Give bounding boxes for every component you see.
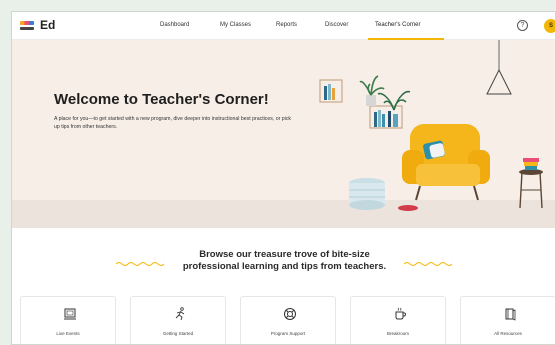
- monitor-icon: [64, 308, 76, 320]
- armchair-icon: [402, 124, 490, 201]
- book-icon: [505, 308, 516, 321]
- top-navigation: Ed Dashboard My Classes Reports Discover…: [12, 12, 555, 40]
- palm-plant-icon: [377, 90, 411, 111]
- resource-label: Program Support: [270, 331, 306, 336]
- nav-teachers-corner[interactable]: Teacher's Corner: [375, 22, 421, 28]
- side-table-icon: [519, 158, 543, 209]
- bookshelf-icon: [369, 105, 403, 129]
- nav-discover[interactable]: Discover: [325, 22, 348, 28]
- pendant-lamp-icon: [486, 40, 512, 95]
- running-person-icon: [175, 307, 185, 321]
- resource-card-live-events[interactable]: Live Events: [20, 296, 116, 344]
- resource-label: Getting Started: [162, 331, 194, 336]
- app-window: Ed Dashboard My Classes Reports Discover…: [11, 11, 556, 345]
- nav-reports[interactable]: Reports: [276, 22, 297, 28]
- hero-subtitle: A place for you—to get started with a ne…: [54, 116, 292, 130]
- resource-label: Breakroom: [386, 331, 409, 336]
- plant-icon: [359, 75, 385, 106]
- resource-label: Live Events: [56, 331, 80, 336]
- resource-card-program-support[interactable]: Program Support: [240, 296, 336, 344]
- page-title: Welcome to Teacher's Corner!: [54, 91, 269, 108]
- avatar[interactable]: S: [544, 19, 555, 33]
- main-nav: Dashboard My Classes Reports Discover Te…: [12, 12, 555, 40]
- browse-heading: Browse our treasure trove of bite-size p…: [12, 249, 555, 273]
- resource-card-all-resources[interactable]: All Resources: [460, 296, 555, 344]
- nav-my-classes[interactable]: My Classes: [220, 22, 251, 28]
- browse-heading-line-2: professional learning and tips from teac…: [182, 261, 387, 272]
- nav-dashboard[interactable]: Dashboard: [160, 22, 189, 28]
- hero-banner: Welcome to Teacher's Corner! A place for…: [12, 40, 555, 228]
- resource-label: All Resources: [494, 331, 522, 336]
- browse-heading-line-1: Browse our treasure trove of bite-size: [199, 249, 370, 260]
- shelf-icon: [319, 79, 343, 103]
- lifebuoy-icon: [284, 308, 296, 320]
- basket-icon: [349, 178, 385, 210]
- hero-illustration: [319, 40, 543, 211]
- bowl-icon: [398, 205, 418, 211]
- resource-card-getting-started[interactable]: Getting Started: [130, 296, 226, 344]
- help-icon[interactable]: ?: [517, 20, 528, 31]
- resource-card-breakroom[interactable]: Breakroom: [350, 296, 446, 344]
- coffee-cup-icon: [395, 307, 406, 320]
